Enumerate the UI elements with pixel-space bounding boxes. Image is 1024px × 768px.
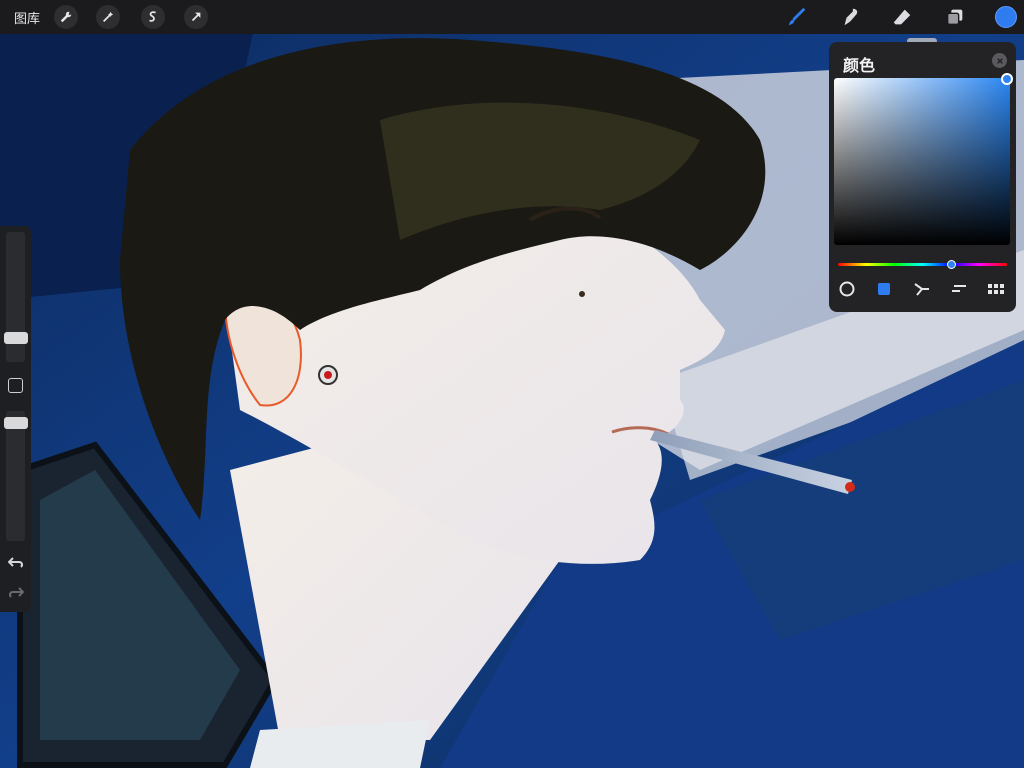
left-sidebar — [0, 226, 31, 612]
wrench-icon[interactable] — [54, 5, 78, 29]
opacity-slider[interactable] — [4, 411, 28, 541]
brush-size-slider[interactable] — [4, 232, 28, 362]
redo-icon[interactable] — [8, 586, 24, 600]
harmony-mode-icon[interactable] — [912, 280, 932, 298]
undo-icon[interactable] — [8, 556, 24, 570]
magic-wand-icon[interactable] — [96, 5, 120, 29]
classic-mode-icon[interactable] — [874, 280, 894, 298]
selection-icon[interactable] — [141, 5, 165, 29]
layers-icon[interactable] — [942, 4, 968, 30]
opacity-handle[interactable] — [4, 417, 28, 429]
color-panel-title: 颜色 — [843, 56, 876, 75]
brush-size-handle[interactable] — [4, 332, 28, 344]
eraser-icon[interactable] — [889, 4, 915, 30]
color-panel: 颜色 — [829, 42, 1016, 312]
close-icon[interactable] — [992, 53, 1007, 68]
palettes-mode-icon[interactable] — [986, 280, 1006, 298]
disc-mode-icon[interactable] — [837, 280, 857, 298]
gallery-button[interactable]: 图库 — [14, 8, 40, 27]
current-color-button[interactable] — [995, 6, 1017, 28]
value-mode-icon[interactable] — [949, 280, 969, 298]
hue-slider[interactable] — [838, 263, 1007, 266]
modify-button[interactable] — [8, 378, 23, 393]
saturation-brightness-picker[interactable] — [834, 78, 1010, 245]
top-toolbar: 图库 — [0, 0, 1024, 34]
transform-arrow-icon[interactable] — [184, 5, 208, 29]
brush-icon[interactable] — [784, 4, 810, 30]
color-picker-handle[interactable] — [1001, 73, 1013, 85]
hue-slider-handle[interactable] — [947, 260, 957, 269]
smudge-icon[interactable] — [838, 4, 864, 30]
